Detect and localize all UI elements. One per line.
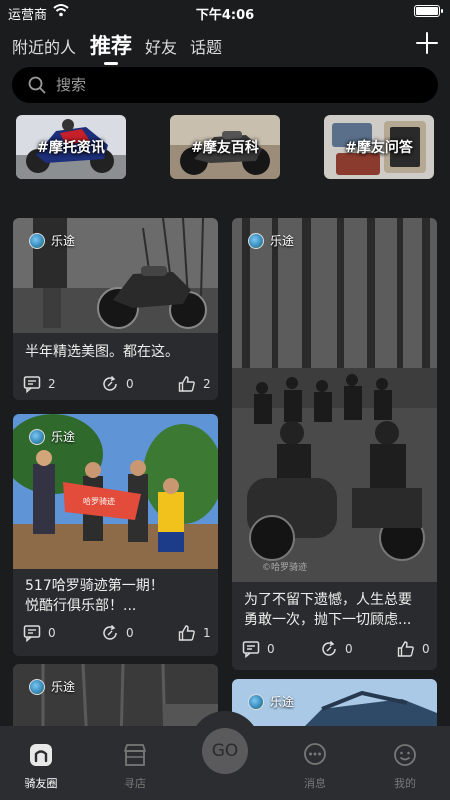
repost-icon <box>103 624 117 640</box>
like-count: 2 <box>203 377 211 391</box>
tab-nearby[interactable]: 附近的人 <box>12 34 76 58</box>
post-photo: ©哈罗骑迹 <box>232 218 437 582</box>
active-tab-indicator <box>104 62 118 65</box>
photo-watermark: ©哈罗骑迹 <box>262 561 307 573</box>
plus-icon[interactable] <box>416 32 438 54</box>
repost-button[interactable]: 0 <box>320 640 353 658</box>
repost-count: 0 <box>126 626 134 640</box>
banner-text: 哈罗骑迹 <box>83 496 115 506</box>
topic-row: #摩托资讯 #摩友百科 #摩友问答 <box>0 115 450 181</box>
topic-moto-qa[interactable]: #摩友问答 <box>324 115 434 179</box>
like-count: 0 <box>422 642 430 656</box>
topic-moto-wiki[interactable]: #摩友百科 <box>170 115 280 179</box>
nav-label: 消息 <box>304 777 326 790</box>
nav-label: 我的 <box>394 777 416 790</box>
like-button[interactable]: 2 <box>178 375 211 393</box>
battery-icon <box>414 5 443 17</box>
thumbs-up-icon <box>397 641 414 657</box>
search-icon <box>28 76 46 94</box>
repost-button[interactable]: 0 <box>101 624 134 642</box>
profile-icon <box>394 744 416 766</box>
repost-count: 0 <box>345 642 353 656</box>
post-actions: 0 0 0 <box>242 640 430 660</box>
post-author[interactable]: 乐途 <box>248 693 294 710</box>
post-caption: 半年精选美图。都在这。 <box>25 344 179 360</box>
status-bar: 运营商 下午4:06 <box>0 0 450 24</box>
author-name: 乐途 <box>270 695 295 709</box>
go-button[interactable]: GO <box>202 728 248 774</box>
comment-icon <box>23 625 41 642</box>
comment-count: 0 <box>267 642 275 656</box>
avatar <box>248 232 264 249</box>
avatar <box>29 232 45 249</box>
top-nav: 附近的人 推荐 好友 话题 <box>0 26 450 66</box>
caption-line: 悦酷行俱乐部！... <box>25 598 137 614</box>
topic-label: #摩友百科 <box>191 140 259 156</box>
tab-topics[interactable]: 话题 <box>190 34 222 58</box>
author-name: 乐途 <box>51 430 76 444</box>
repost-icon <box>322 640 336 656</box>
author-name: 乐途 <box>51 680 76 694</box>
like-button[interactable]: 0 <box>397 640 430 658</box>
post-author[interactable]: 乐途 <box>248 232 294 249</box>
post-caption: 为了不留下遗憾，人生总要 勇敢一次，抛下一切顾虑... <box>244 590 425 630</box>
like-count: 1 <box>203 626 211 640</box>
nav-item-riders[interactable]: 骑友圈 <box>6 742 76 791</box>
status-time: 下午4:06 <box>195 8 255 23</box>
post-author[interactable]: 乐途 <box>29 678 75 695</box>
comment-button[interactable]: 0 <box>242 640 275 658</box>
topic-label: #摩托资讯 <box>37 140 105 156</box>
repost-button[interactable]: 0 <box>101 375 134 393</box>
author-name: 乐途 <box>51 234 76 248</box>
nav-item-store[interactable]: 寻店 <box>100 742 170 791</box>
post-caption: 517哈罗骑迹第一期！ 悦酷行俱乐部！... <box>25 576 206 616</box>
post-card[interactable]: 哈罗骑迹 乐途 517哈罗骑迹第一期！ 悦酷行俱乐部！... 0 0 1 <box>13 414 218 656</box>
caption-line: 勇敢一次，抛下一切顾虑... <box>244 612 412 628</box>
post-card[interactable]: 乐途 <box>232 679 437 726</box>
home-icon <box>30 744 52 766</box>
comment-count: 2 <box>48 377 56 391</box>
search-input[interactable] <box>56 67 416 103</box>
comment-icon <box>242 641 260 658</box>
post-actions: 0 0 1 <box>23 624 211 644</box>
caption-line: 517哈罗骑迹第一期！ <box>25 578 164 594</box>
comment-count: 0 <box>48 626 56 640</box>
comment-icon <box>23 376 41 393</box>
nav-item-profile[interactable]: 我的 <box>370 742 440 791</box>
post-author[interactable]: 乐途 <box>29 232 75 249</box>
post-card[interactable]: 乐途 半年精选美图。都在这。 2 0 2 <box>13 218 218 400</box>
caption-line: 为了不留下遗憾，人生总要 <box>244 592 412 608</box>
post-card[interactable]: ©哈罗骑迹 乐途 为了不留下遗憾，人生总要 勇敢一次，抛下一切顾虑... 0 0… <box>232 218 437 670</box>
thumbs-up-icon <box>178 625 195 641</box>
tab-friends[interactable]: 好友 <box>145 34 177 58</box>
author-name: 乐途 <box>270 234 295 248</box>
avatar <box>29 428 45 445</box>
comment-button[interactable]: 2 <box>23 375 56 393</box>
repost-icon <box>103 375 117 391</box>
nav-label: 骑友圈 <box>24 777 58 790</box>
post-photo <box>13 664 218 726</box>
feed: 乐途 半年精选美图。都在这。 2 0 2 哈罗骑迹 乐途 517哈罗骑迹第一期！… <box>0 216 450 726</box>
search-bar[interactable] <box>12 67 438 103</box>
nav-item-messages[interactable]: 消息 <box>280 742 350 791</box>
repost-count: 0 <box>126 377 134 391</box>
tab-recommended[interactable]: 推荐 <box>90 30 132 60</box>
topic-label: #摩友问答 <box>345 140 413 156</box>
avatar <box>248 693 264 710</box>
topic-moto-news[interactable]: #摩托资讯 <box>16 115 126 179</box>
post-author[interactable]: 乐途 <box>29 428 75 445</box>
like-button[interactable]: 1 <box>178 624 211 642</box>
thumbs-up-icon <box>178 376 195 392</box>
comment-button[interactable]: 0 <box>23 624 56 642</box>
store-icon <box>124 744 146 766</box>
post-actions: 2 0 2 <box>23 375 211 395</box>
nav-label: 寻店 <box>124 777 146 790</box>
avatar <box>29 678 45 695</box>
message-icon <box>304 743 326 765</box>
post-card[interactable]: 乐途 <box>13 664 218 726</box>
